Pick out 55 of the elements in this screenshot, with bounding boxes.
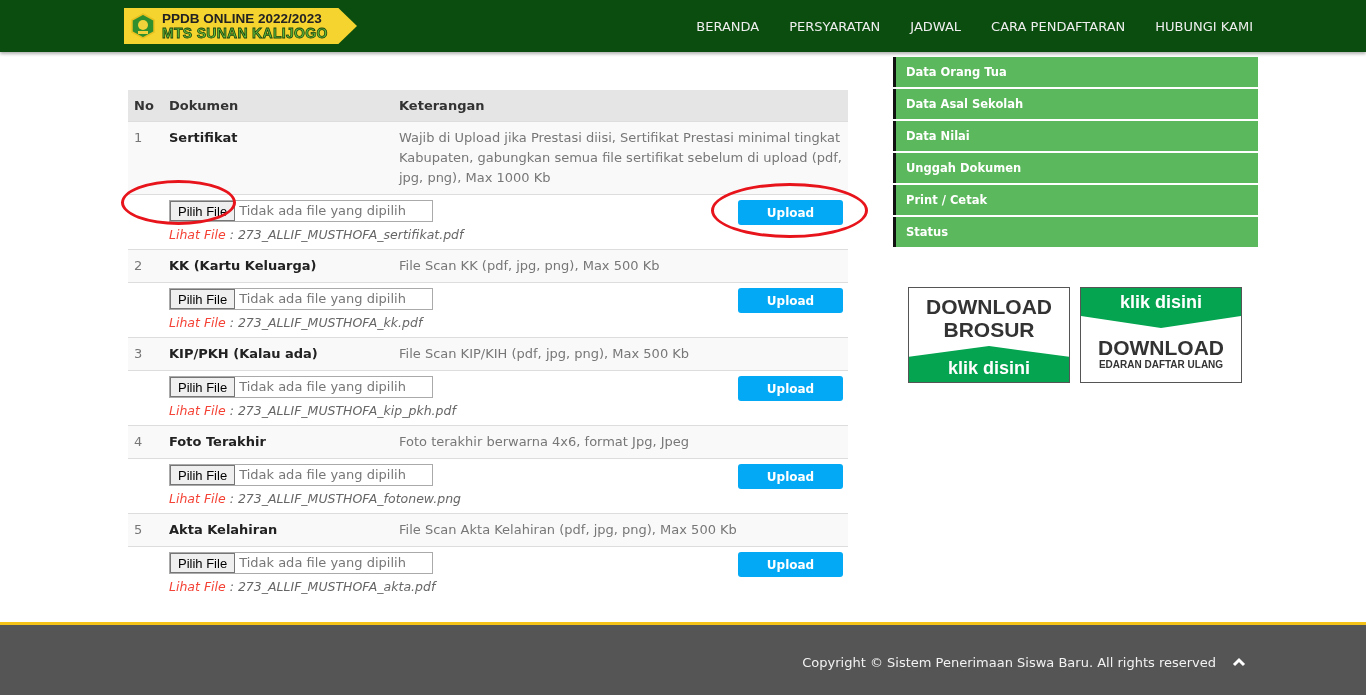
document-name: KIP/PKH (Kalau ada) <box>163 337 393 371</box>
choose-file-button[interactable]: Pilih File <box>170 377 236 397</box>
download-banner[interactable]: DOWNLOAD BROSUR klik disini <box>908 287 1070 383</box>
logo-title: PPDB ONLINE 2022/2023 <box>162 11 323 26</box>
view-file-link[interactable]: Lihat File : 273_ALLIF_MUSTHOFA_sertifikat.pdf <box>169 227 464 242</box>
banner-title: DOWNLOAD <box>926 295 1052 318</box>
file-status-text: Tidak ada file yang dipilih <box>238 202 406 220</box>
view-file-link[interactable]: Lihat File : 273_ALLIF_MUSTHOFA_kip_pkh.pdf <box>169 403 456 418</box>
banner-ribbon: klik disini <box>1081 288 1241 328</box>
view-file-link[interactable]: Lihat File : 273_ALLIF_MUSTHOFA_kk.pdf <box>169 315 423 330</box>
document-description: File Scan KIP/KIH (pdf, jpg, png), Max 500 Kb <box>393 337 848 371</box>
nav-link[interactable]: PERSYARATAN <box>789 18 881 34</box>
view-file-link[interactable]: Lihat File : 273_ALLIF_MUSTHOFA_fotonew.png <box>169 491 461 506</box>
emblem-icon <box>130 13 156 39</box>
nav-link[interactable]: BERANDA <box>696 18 760 34</box>
document-name: KK (Kartu Keluarga) <box>163 249 393 283</box>
row-number: 5 <box>128 513 163 547</box>
document-description: Foto terakhir berwarna 4x6, format Jpg, Jpeg <box>393 425 848 459</box>
file-input[interactable]: Pilih File Tidak ada file yang dipilih <box>169 552 433 574</box>
banner-ribbon: klik disini <box>909 346 1069 382</box>
nav-link[interactable]: HUBUNGI KAMI <box>1155 18 1253 34</box>
nav-link[interactable]: CARA PENDAFTARAN <box>991 18 1126 34</box>
download-banner[interactable]: klik disini DOWNLOAD EDARAN DAFTAR ULANG <box>1080 287 1242 383</box>
column-header: No <box>128 90 163 122</box>
file-status-text: Tidak ada file yang dipilih <box>238 378 406 396</box>
column-header: Dokumen <box>163 90 393 122</box>
banner-title: DOWNLOAD <box>1098 336 1224 359</box>
logo-subtitle: MTS SUNAN KALIJOGO <box>162 26 328 41</box>
file-input[interactable]: Pilih File Tidak ada file yang dipilih <box>169 464 433 486</box>
row-number: 3 <box>128 337 163 371</box>
copyright-text: Copyright © Sistem Penerimaan Siswa Baru. All rights reserved <box>802 654 1216 670</box>
site-logo[interactable]: PPDB ONLINE 2022/2023 MTS SUNAN KALIJOGO <box>124 8 357 44</box>
choose-file-button[interactable]: Pilih File <box>170 553 236 573</box>
file-status-text: Tidak ada file yang dipilih <box>238 554 406 572</box>
banner-title: BROSUR <box>943 318 1035 341</box>
file-input[interactable]: Pilih File Tidak ada file yang dipilih <box>169 376 433 398</box>
file-status-text: Tidak ada file yang dipilih <box>238 466 406 484</box>
document-description: File Scan KK (pdf, jpg, png), Max 500 Kb <box>393 249 848 283</box>
document-name: Foto Terakhir <box>163 425 393 459</box>
row-number: 1 <box>128 121 163 195</box>
document-description: File Scan Akta Kelahiran (pdf, jpg, png), Max 500 Kb <box>393 513 848 547</box>
document-description: Wajib di Upload jika Prestasi diisi, Sertifikat Prestasi minimal tingkat Kabupaten, gabungkan semua file sertifikat sebelum di upload (pdf, jpg, png), Max 1000 Kb <box>393 121 848 195</box>
scroll-up-icon[interactable] <box>1232 657 1246 667</box>
row-number: 4 <box>128 425 163 459</box>
file-status-text: Tidak ada file yang dipilih <box>238 290 406 308</box>
banner-subtitle: EDARAN DAFTAR ULANG <box>1098 359 1224 371</box>
view-file-link[interactable]: Lihat File : 273_ALLIF_MUSTHOFA_akta.pdf <box>169 579 436 594</box>
row-number: 2 <box>128 249 163 283</box>
document-name: Akta Kelahiran <box>163 513 393 547</box>
column-header: Keterangan <box>393 90 848 122</box>
choose-file-button[interactable]: Pilih File <box>170 289 236 309</box>
choose-file-button[interactable]: Pilih File <box>170 465 236 485</box>
file-input[interactable]: Pilih File Tidak ada file yang dipilih <box>169 288 433 310</box>
document-name: Sertifikat <box>163 121 393 195</box>
nav-link[interactable]: JADWAL <box>910 18 962 34</box>
